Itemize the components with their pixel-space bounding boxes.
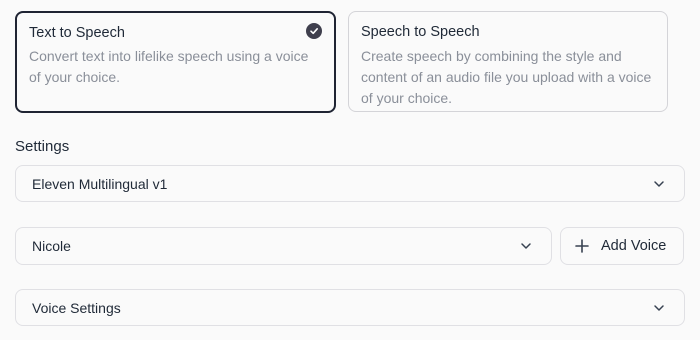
add-voice-label: Add Voice (601, 238, 667, 254)
voice-select[interactable]: Nicole (15, 227, 552, 265)
mode-title: Speech to Speech (361, 24, 480, 40)
model-select-value: Eleven Multilingual v1 (32, 175, 168, 192)
mode-title: Text to Speech (29, 25, 125, 41)
voice-settings-select[interactable]: Voice Settings (15, 289, 685, 326)
plus-icon (575, 239, 589, 253)
voice-select-value: Nicole (32, 238, 71, 254)
chevron-down-icon (654, 180, 664, 187)
mode-description: Convert text into lifelike speech using … (29, 48, 309, 85)
mode-description: Create speech by combining the style and… (361, 48, 652, 106)
model-select[interactable]: Eleven Multilingual v1 (15, 165, 685, 202)
chevron-down-icon (654, 304, 664, 311)
add-voice-button[interactable]: Add Voice (560, 227, 684, 265)
speech-mode-panel: Text to Speech Convert text into lifelik… (0, 0, 700, 340)
settings-heading: Settings (15, 138, 70, 155)
voice-settings-label: Voice Settings (32, 299, 121, 316)
chevron-down-icon (521, 243, 531, 249)
text-to-speech-card[interactable]: Text to Speech Convert text into lifelik… (15, 11, 336, 113)
check-circle-icon (306, 23, 322, 39)
speech-to-speech-card[interactable]: Speech to Speech Create speech by combin… (348, 11, 668, 112)
